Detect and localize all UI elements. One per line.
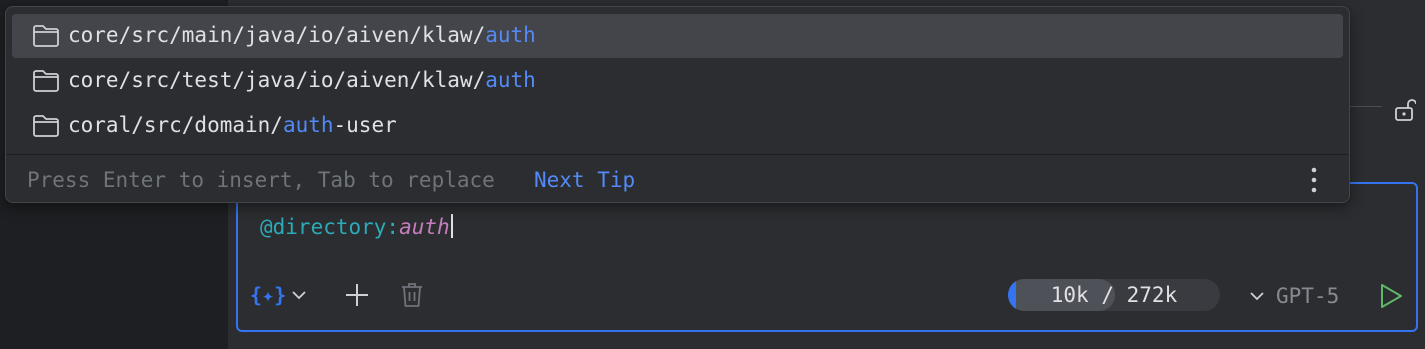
token-usage-text: 10k / 272k bbox=[1008, 283, 1220, 307]
folder-icon bbox=[33, 115, 59, 137]
context-button[interactable]: {✦} bbox=[250, 280, 306, 310]
keyboard-hint: Press Enter to insert, Tab to replace bbox=[27, 168, 495, 192]
tokens-total: 272k bbox=[1126, 283, 1178, 307]
folder-icon bbox=[33, 70, 59, 92]
add-icon[interactable] bbox=[344, 282, 370, 308]
text-caret bbox=[450, 214, 453, 238]
chat-input-field[interactable]: @directory:auth bbox=[260, 214, 453, 239]
chevron-down-icon bbox=[1250, 292, 1264, 301]
divider bbox=[1350, 106, 1382, 107]
completion-item[interactable]: core/src/test/java/io/aiven/klaw/auth bbox=[12, 59, 1343, 103]
match-highlight: auth bbox=[485, 23, 536, 47]
context-icon: {✦} bbox=[250, 283, 287, 307]
model-label: GPT-5 bbox=[1276, 284, 1340, 308]
send-icon[interactable] bbox=[1378, 282, 1404, 310]
chat-input-box[interactable]: @directory:auth {✦} 10k / 272k GPT-5 bbox=[236, 182, 1418, 332]
tokens-used: 10k bbox=[1050, 283, 1089, 307]
mention-command: @directory: bbox=[260, 215, 400, 239]
match-highlight: auth bbox=[485, 68, 536, 92]
trash-icon[interactable] bbox=[400, 282, 424, 308]
tokens-separator: / bbox=[1088, 283, 1127, 307]
folder-icon bbox=[33, 25, 59, 47]
unlock-icon[interactable] bbox=[1394, 98, 1416, 122]
completion-item[interactable]: core/src/main/java/io/aiven/klaw/auth bbox=[12, 14, 1343, 58]
model-selector[interactable]: GPT-5 bbox=[1250, 282, 1339, 310]
completion-path: core/src/main/java/io/aiven/klaw/auth bbox=[68, 23, 536, 47]
chevron-down-icon bbox=[292, 291, 306, 300]
match-highlight: auth bbox=[282, 113, 334, 137]
completion-item[interactable]: coral/src/domain/auth-user bbox=[12, 104, 1343, 148]
popup-footer: Press Enter to insert, Tab to replace Ne… bbox=[6, 154, 1349, 202]
completion-popup: core/src/main/java/io/aiven/klaw/auth co… bbox=[5, 6, 1350, 203]
completion-path: core/src/test/java/io/aiven/klaw/auth bbox=[68, 68, 536, 92]
token-usage-indicator[interactable]: 10k / 272k bbox=[1008, 279, 1220, 311]
more-options-icon[interactable] bbox=[1310, 167, 1318, 193]
completion-path: coral/src/domain/auth-user bbox=[68, 113, 397, 137]
mention-argument: auth bbox=[399, 215, 450, 239]
next-tip-link[interactable]: Next Tip bbox=[534, 168, 635, 192]
